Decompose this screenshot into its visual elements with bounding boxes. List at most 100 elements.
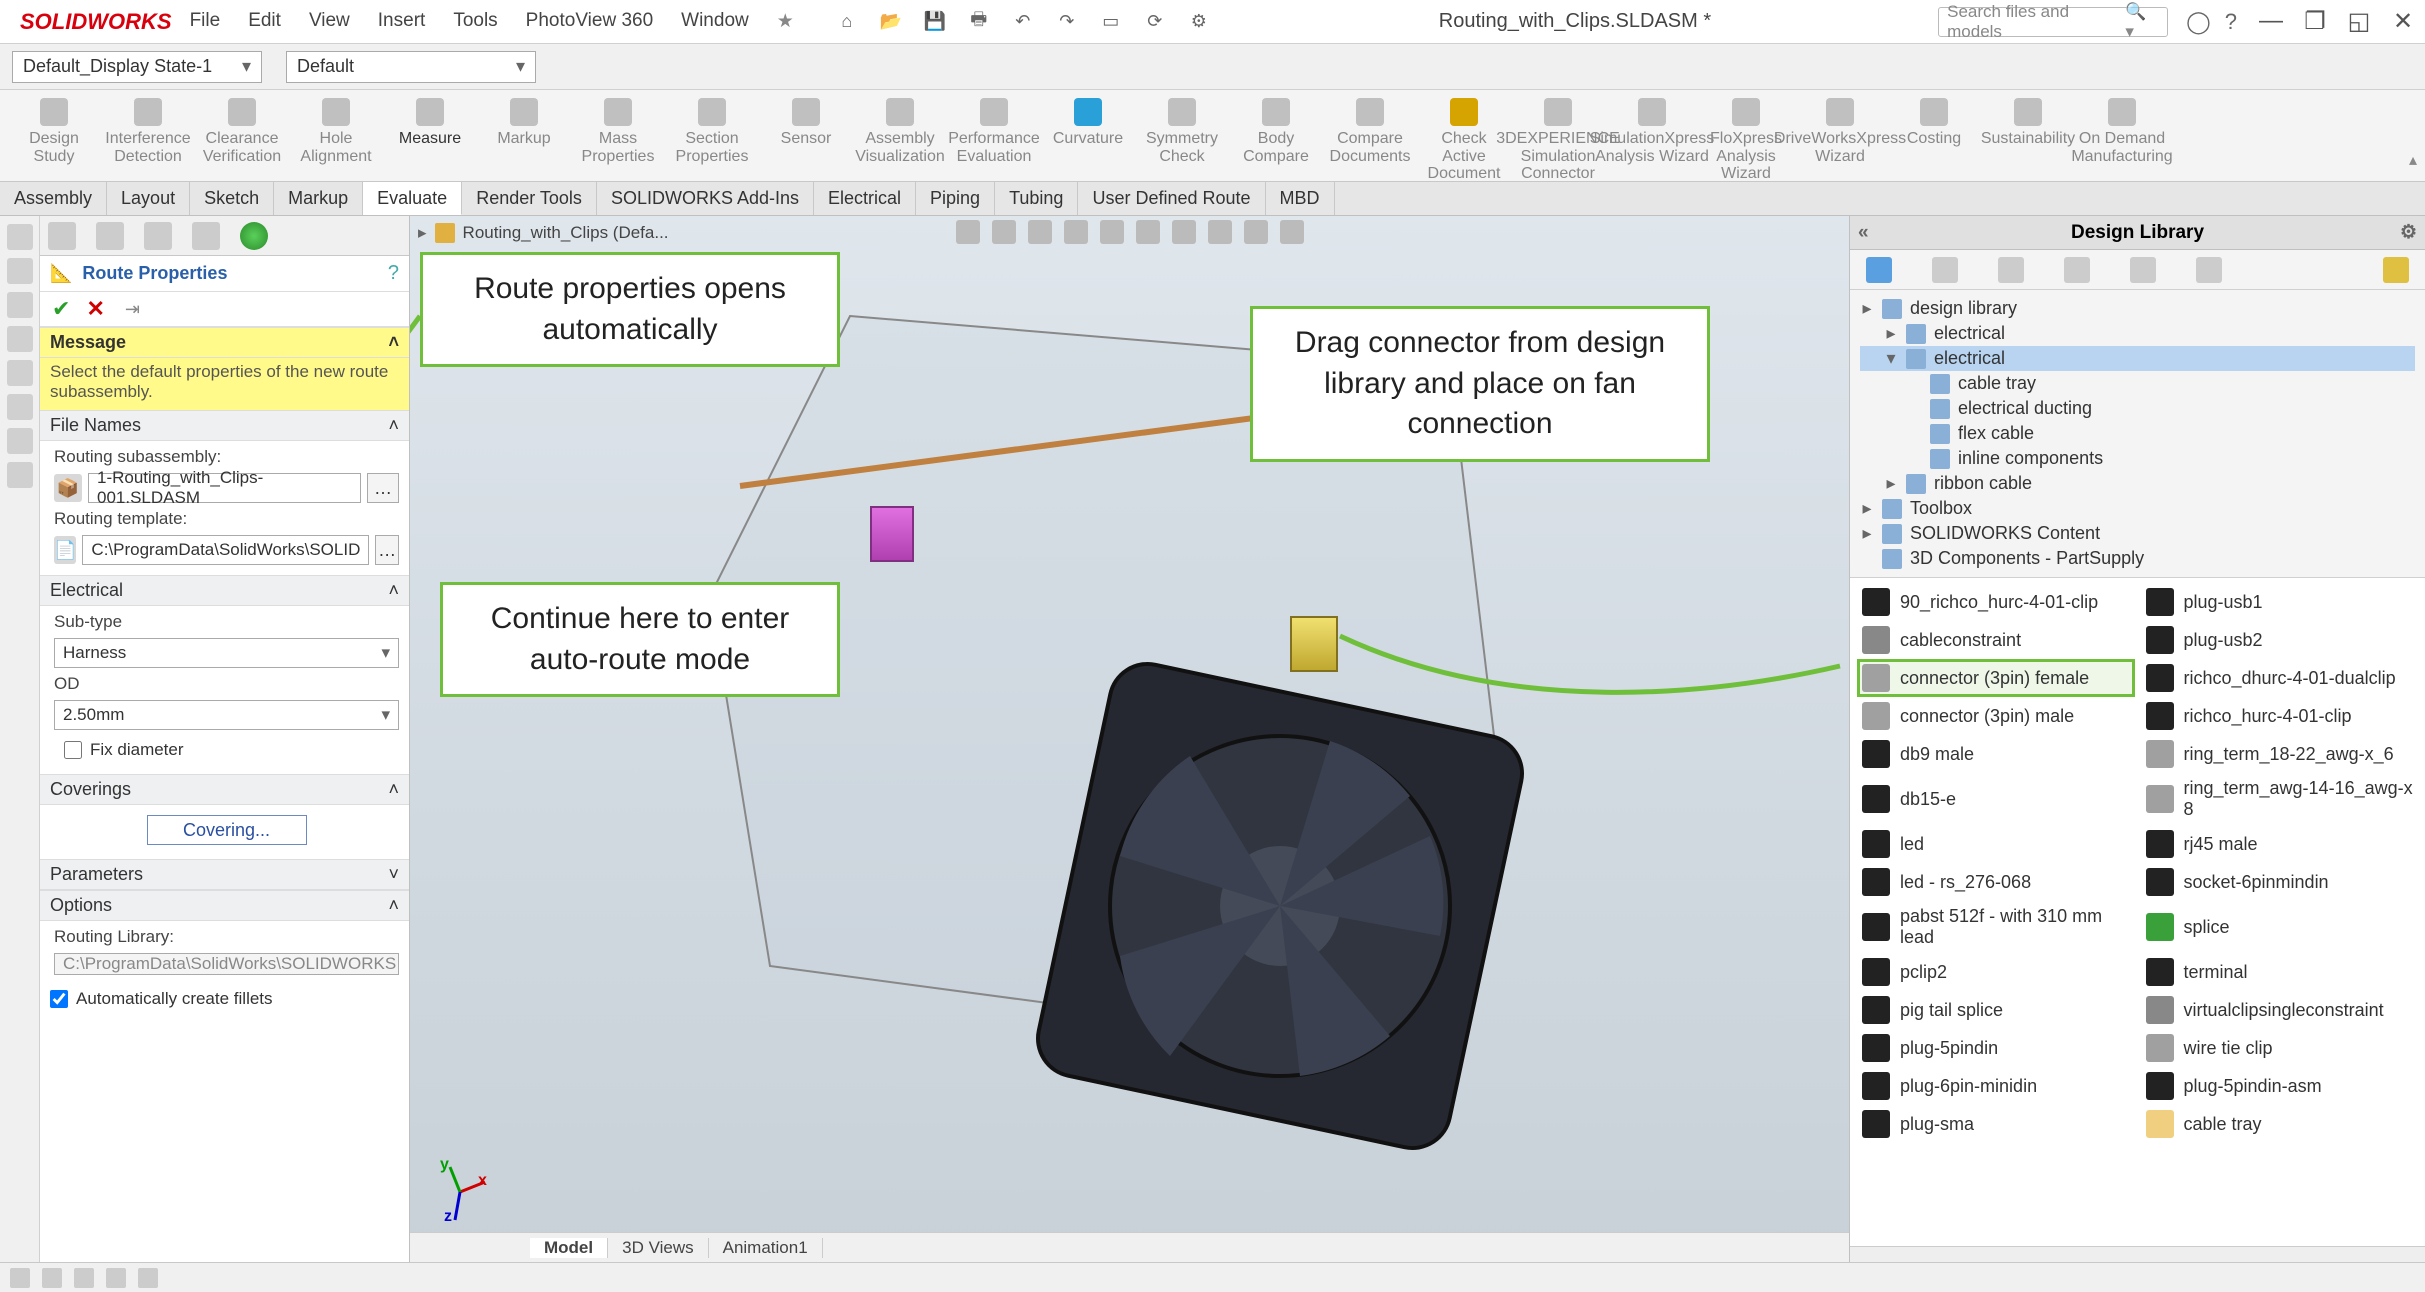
ok-button[interactable]: ✔: [52, 296, 70, 322]
library-items-grid[interactable]: 90_richco_hurc-4-01-clipplug-usb1cableco…: [1850, 578, 2425, 1246]
tab-layout[interactable]: Layout: [107, 182, 190, 215]
lib-item-cableconstraint[interactable]: cableconstraint: [1858, 622, 2134, 658]
tab-electrical[interactable]: Electrical: [814, 182, 916, 215]
view-orientation-icon[interactable]: [1100, 220, 1124, 244]
ribbon-markup[interactable]: Markup: [478, 96, 570, 148]
lib-item-ring-term-awg-14-16-awg-x-8[interactable]: ring_term_awg-14-16_awg-x 8: [2142, 774, 2418, 824]
lib-item-ring-term-18-22-awg-x-6[interactable]: ring_term_18-22_awg-x_6: [2142, 736, 2418, 772]
rail-icon[interactable]: [7, 428, 33, 454]
menu-tools[interactable]: Tools: [453, 10, 497, 33]
lib-item-db15-e[interactable]: db15-e: [1858, 774, 2134, 824]
ribbon-hole-alignment[interactable]: Hole Alignment: [290, 96, 382, 165]
menu-file[interactable]: File: [190, 10, 221, 33]
collapse-pane-icon[interactable]: «: [1858, 222, 1869, 244]
rebuild-icon[interactable]: ⟳: [1142, 9, 1168, 35]
lib-item-plug-5pindin[interactable]: plug-5pindin: [1858, 1030, 2134, 1066]
feature-tree-icon[interactable]: [48, 222, 76, 250]
tab-markup[interactable]: Markup: [274, 182, 363, 215]
od-select[interactable]: 2.50mm: [54, 700, 399, 730]
horizontal-scrollbar[interactable]: [1850, 1246, 2425, 1262]
light-bulb-icon[interactable]: [2383, 257, 2409, 283]
ribbon-assembly-visualization[interactable]: Assembly Visualization: [854, 96, 946, 165]
undo-icon[interactable]: ↶: [1010, 9, 1036, 35]
coverings-section[interactable]: Coverings˄: [40, 774, 409, 805]
ribbon-sustainability[interactable]: Sustainability: [1982, 96, 2074, 148]
auto-fillets-checkbox[interactable]: [50, 990, 68, 1008]
ribbon-compare-documents[interactable]: Compare Documents: [1324, 96, 1416, 165]
cancel-button[interactable]: ✕: [86, 296, 104, 322]
orientation-triad[interactable]: x y z: [430, 1162, 490, 1222]
covering-button[interactable]: Covering...: [147, 815, 307, 845]
tab-solidworks-add-ins[interactable]: SOLIDWORKS Add-Ins: [597, 182, 814, 215]
property-manager-icon[interactable]: [96, 222, 124, 250]
tree-electrical-ducting[interactable]: electrical ducting: [1860, 396, 2415, 421]
lib-item-connector-3pin-male[interactable]: connector (3pin) male: [1858, 698, 2134, 734]
add-to-library-icon[interactable]: [1998, 257, 2024, 283]
twisty-icon[interactable]: ▸: [1884, 473, 1898, 494]
lib-item-pclip2[interactable]: pclip2: [1858, 954, 2134, 990]
zoom-fit-icon[interactable]: [956, 220, 980, 244]
status-icon[interactable]: [74, 1268, 94, 1288]
electrical-section[interactable]: Electrical˄: [40, 575, 409, 606]
help-icon[interactable]: ?: [2225, 9, 2237, 35]
open-icon[interactable]: 📂: [878, 9, 904, 35]
menu-window[interactable]: Window: [681, 10, 749, 33]
configuration-combo[interactable]: Default: [286, 51, 536, 83]
ribbon-collapse-icon[interactable]: ▴: [2409, 150, 2417, 170]
lib-item-rj45-male[interactable]: rj45 male: [2142, 826, 2418, 862]
status-icon[interactable]: [42, 1268, 62, 1288]
collapse-icon[interactable]: ˄: [388, 779, 399, 800]
status-icon[interactable]: [106, 1268, 126, 1288]
tab-assembly[interactable]: Assembly: [0, 182, 107, 215]
apply-scene-icon[interactable]: [1244, 220, 1268, 244]
redo-icon[interactable]: ↷: [1054, 9, 1080, 35]
user-icon[interactable]: ◯: [2186, 9, 2211, 35]
rail-icon[interactable]: [7, 360, 33, 386]
ribbon-body-compare[interactable]: Body Compare: [1230, 96, 1322, 165]
ribbon-performance-evaluation[interactable]: Performance Evaluation: [948, 96, 1040, 165]
library-tree[interactable]: ▸design library▸electrical▾electricalcab…: [1850, 290, 2425, 578]
config-manager-icon[interactable]: [144, 222, 172, 250]
tab-evaluate[interactable]: Evaluate: [363, 182, 462, 215]
save-icon[interactable]: 💾: [922, 9, 948, 35]
ribbon-on-demand-manufacturing[interactable]: On Demand Manufacturing: [2076, 96, 2168, 165]
refresh-icon[interactable]: [2130, 257, 2156, 283]
tree-ribbon-cable[interactable]: ▸ribbon cable: [1860, 471, 2415, 496]
rail-icon[interactable]: [7, 258, 33, 284]
tab-mbd[interactable]: MBD: [1266, 182, 1335, 215]
home-icon[interactable]: ⌂: [834, 9, 860, 35]
maximize-icon[interactable]: ◱: [2345, 7, 2373, 36]
back-icon[interactable]: [1866, 257, 1892, 283]
display-state-combo[interactable]: Default_Display State-1: [12, 51, 262, 83]
new-folder-icon[interactable]: [2064, 257, 2090, 283]
lib-item-splice[interactable]: splice: [2142, 902, 2418, 952]
rail-icon[interactable]: [7, 326, 33, 352]
lib-item-led-rs-276-068[interactable]: led - rs_276-068: [1858, 864, 2134, 900]
property-help-icon[interactable]: ?: [388, 262, 399, 285]
search-icon[interactable]: 🔍 ▾: [2125, 2, 2159, 42]
tab-tubing[interactable]: Tubing: [995, 182, 1078, 215]
twisty-icon[interactable]: ▸: [1860, 298, 1874, 319]
ribbon-costing[interactable]: Costing: [1888, 96, 1980, 148]
search-input[interactable]: Search files and models 🔍 ▾: [1938, 7, 2168, 37]
lib-item-richco-hurc-4-01-clip[interactable]: richco_hurc-4-01-clip: [2142, 698, 2418, 734]
connector-pink[interactable]: [870, 506, 914, 562]
lib-item-90-richco-hurc-4-01-clip[interactable]: 90_richco_hurc-4-01-clip: [1858, 584, 2134, 620]
tab-piping[interactable]: Piping: [916, 182, 995, 215]
tree-design-library[interactable]: ▸design library: [1860, 296, 2415, 321]
lib-item-plug-sma[interactable]: plug-sma: [1858, 1106, 2134, 1142]
browse-button[interactable]: …: [367, 473, 399, 503]
ribbon-symmetry-check[interactable]: Symmetry Check: [1136, 96, 1228, 165]
ribbon-mass-properties[interactable]: Mass Properties: [572, 96, 664, 165]
rail-icon[interactable]: [7, 394, 33, 420]
forward-icon[interactable]: [1932, 257, 1958, 283]
search-icon[interactable]: [2196, 257, 2222, 283]
browse-button[interactable]: …: [375, 535, 399, 565]
ribbon-clearance-verification[interactable]: Clearance Verification: [196, 96, 288, 165]
bottom-tab-animation1[interactable]: Animation1: [709, 1238, 823, 1258]
options-icon[interactable]: ⚙: [1186, 9, 1212, 35]
lib-item-richco-dhurc-4-01-dualclip[interactable]: richco_dhurc-4-01-dualclip: [2142, 660, 2418, 696]
lib-item-socket-6pinmindin[interactable]: socket-6pinmindin: [2142, 864, 2418, 900]
edit-appearance-icon[interactable]: [1208, 220, 1232, 244]
ribbon-design-study[interactable]: Design Study: [8, 96, 100, 165]
